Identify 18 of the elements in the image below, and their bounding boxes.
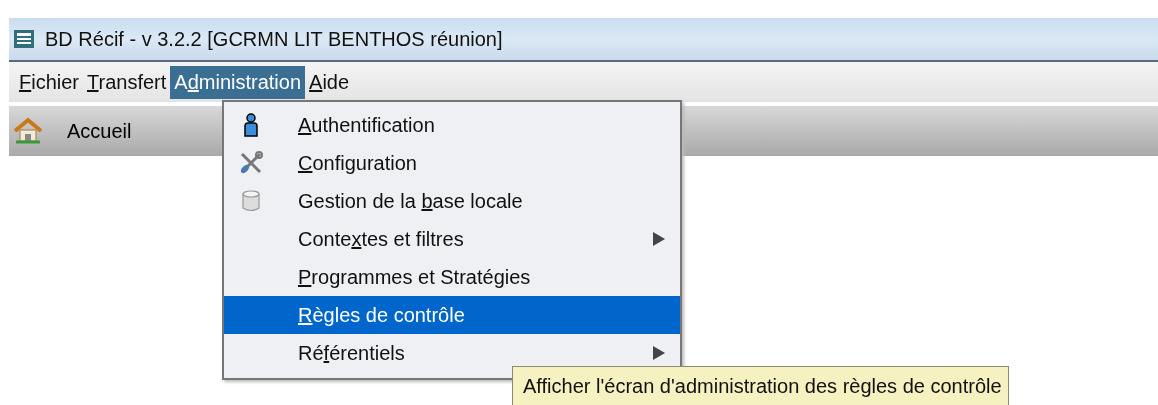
menu-item[interactable]: Contextes et filtres [224,220,680,258]
home-label[interactable]: Accueil [67,119,132,143]
menu-item[interactable]: Programmes et Stratégies [224,258,680,296]
app-icon [13,29,35,49]
tooltip: Afficher l'écran d'administration des règles de contrôle [512,366,1009,405]
tools-icon [238,150,264,176]
menu-item[interactable]: Administration [170,65,306,99]
menu-item[interactable]: Règles de contrôle [224,296,680,334]
submenu-arrow-icon [652,231,666,247]
menu-item[interactable]: Aide [305,65,354,99]
menu-item[interactable]: Gestion de la base locale [224,182,680,220]
menu-item[interactable]: Transfert [83,65,171,99]
menu-item[interactable]: Configuration [224,144,680,182]
menu-item[interactable]: Authentification [224,106,680,144]
menu-item[interactable]: Fichier [15,65,83,99]
window-title: BD Récif - v 3.2.2 [GCRMN LIT BENTHOS réunion] [45,27,503,51]
home-icon [13,117,43,145]
submenu-arrow-icon [652,345,666,361]
